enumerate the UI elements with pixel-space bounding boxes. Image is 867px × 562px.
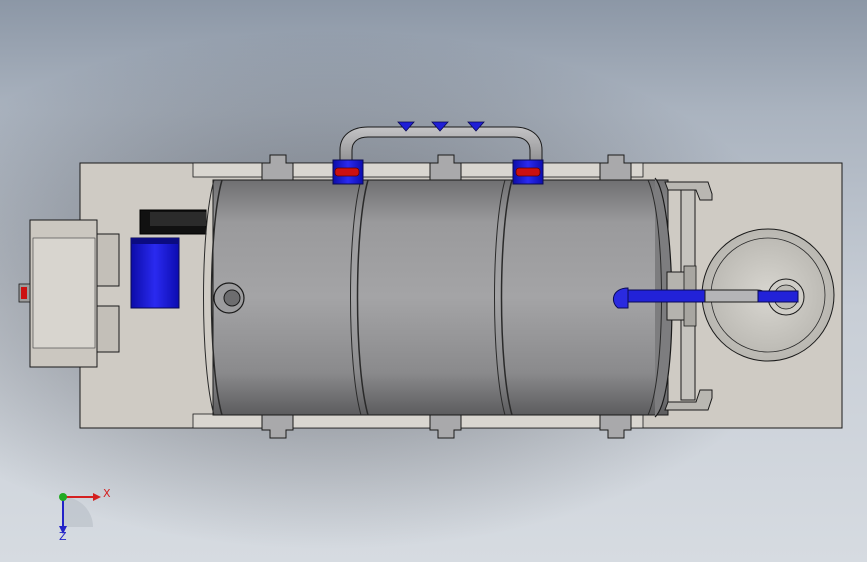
coordinate-triad: [59, 493, 101, 534]
tank-cylinder[interactable]: [203, 177, 673, 418]
z-axis-label: Z: [59, 530, 67, 543]
y-axis-dot-icon: [59, 493, 67, 501]
mounting-bracket[interactable]: [139, 209, 207, 235]
graphics-viewport[interactable]: X Z: [0, 0, 867, 562]
x-axis-arrow-icon: [93, 493, 101, 501]
cad-model[interactable]: [0, 0, 867, 562]
blue-pump-block[interactable]: [130, 237, 180, 309]
handle-mount-left[interactable]: [332, 159, 364, 185]
handle-mount-right[interactable]: [512, 159, 544, 185]
tank-port[interactable]: [213, 282, 245, 314]
x-axis-label: X: [103, 487, 111, 500]
